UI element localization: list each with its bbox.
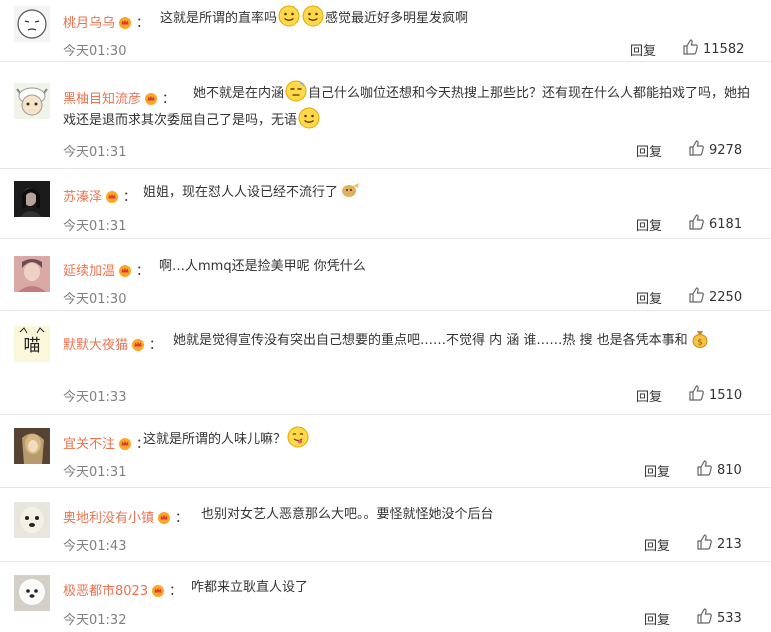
comment-text-segment: 自己什么咖位还想和今天热搜上那些比？还有现在什么人都能拍戏了吗，她拍戏还是退而求… — [63, 86, 751, 128]
comment-text-segment: 啊…人mmq还是捡美甲呢 你凭什么 — [159, 259, 366, 274]
comment-item: 喵默默大夜猫：她就是觉得宣传没有突出自己想要的重点吧……不觉得 内 涵 谁……热… — [0, 311, 771, 415]
doge-hand-emoji-icon — [339, 179, 361, 201]
comment-item: 黑柚目知流彦：她不就是在内涵 自己什么咖位还想和今天热搜上那些比？还有现在什么人都… — [0, 62, 771, 169]
comment-text: 这就是所谓的直率吗 感觉最近好多明星发疯啊 — [63, 5, 755, 32]
thumbs-up-icon — [696, 534, 717, 552]
thumbs-up-icon — [682, 39, 703, 57]
like-button[interactable]: 9278 — [688, 139, 742, 158]
like-count: 1510 — [709, 388, 743, 403]
reply-button[interactable]: 回复 — [636, 215, 662, 234]
avatar[interactable]: 喵 — [14, 326, 50, 362]
comment-item: 苏溱泽：姐姐，现在怼人人设已经不流行了 今天01:31 回复 6181 — [0, 169, 771, 239]
thumbs-up-icon — [696, 608, 717, 626]
comment-text-segment: 这就是所谓的直率吗 — [160, 11, 278, 26]
comment-text-segment: 也别对女艺人恶意那么大吧。。要怪就怪她没个后台 — [201, 507, 494, 522]
svg-text:喵: 喵 — [24, 336, 41, 356]
comment-text-segment: 她就是觉得宣传没有突出自己想要的重点吧……不觉得 内 涵 谁……热 搜 也是各凭… — [173, 333, 688, 348]
comment-text-segment: 感觉最近好多明星发疯啊 — [325, 11, 469, 26]
reply-button[interactable]: 回复 — [636, 141, 662, 160]
reply-button[interactable]: 回复 — [644, 609, 670, 628]
comment-text-segment: 这就是所谓的人味儿嘛？ — [143, 432, 287, 447]
avatar[interactable] — [14, 502, 50, 538]
tongue-emoji-icon — [287, 426, 309, 448]
comment-text: 姐姐，现在怼人人设已经不流行了 — [63, 179, 755, 206]
comment-item: 极恶都市8023：咋都来立耿直人设了 今天01:32 回复 533 — [0, 562, 771, 632]
reply-button[interactable]: 回复 — [636, 288, 662, 307]
like-button[interactable]: 11582 — [682, 38, 744, 57]
comment-item: 宜关不注：这就是所谓的人味儿嘛？ 今天01:31 回复 810 — [0, 415, 771, 488]
comment-item: 桃月乌乌：这就是所谓的直率吗 感觉最近好多明星发疯啊 今天01:30 回复 11582 — [0, 0, 771, 62]
like-count: 533 — [717, 611, 742, 626]
avatar[interactable] — [14, 575, 50, 611]
like-button[interactable]: 533 — [696, 607, 742, 626]
comment-item: 延续加温：啊…人mmq还是捡美甲呢 你凭什么 今天01:30 回复 2250 — [0, 239, 771, 311]
comment-text: 她就是觉得宣传没有突出自己想要的重点吧……不觉得 内 涵 谁……热 搜 也是各凭… — [63, 327, 755, 354]
avatar[interactable] — [14, 83, 50, 119]
reply-button[interactable]: 回复 — [630, 40, 656, 59]
like-count: 9278 — [709, 143, 743, 158]
thumbs-up-icon — [688, 214, 709, 232]
comment-timestamp: 今天01:30 — [63, 292, 127, 307]
sigh-emoji-icon — [285, 80, 307, 102]
comment-text: 咋都来立耿直人设了 — [63, 574, 755, 601]
comment-text: 她不就是在内涵 自己什么咖位还想和今天热搜上那些比？还有现在什么人都能拍戏了吗，她… — [63, 80, 755, 134]
reply-button[interactable]: 回复 — [636, 386, 662, 405]
thumbs-up-icon — [688, 287, 709, 305]
like-button[interactable]: 6181 — [688, 213, 742, 232]
thumbs-up-icon — [696, 460, 717, 478]
thumbs-up-icon — [688, 140, 709, 158]
comment-timestamp: 今天01:43 — [63, 539, 127, 554]
reply-button[interactable]: 回复 — [644, 535, 670, 554]
smile-emoji-icon — [302, 5, 324, 27]
like-count: 2250 — [709, 290, 743, 305]
comment-timestamp: 今天01:31 — [63, 219, 127, 234]
comment-text: 这就是所谓的人味儿嘛？ — [63, 426, 755, 453]
avatar[interactable] — [14, 428, 50, 464]
like-button[interactable]: 2250 — [688, 286, 742, 305]
comment-text-segment: 咋都来立耿直人设了 — [191, 580, 309, 595]
smile-emoji-icon — [278, 5, 300, 27]
avatar[interactable] — [14, 181, 50, 217]
like-button[interactable]: 213 — [696, 533, 742, 552]
comment-item: 奥地利没有小镇：也别对女艺人恶意那么大吧。。要怪就怪她没个后台 今天01:43 回复… — [0, 488, 771, 562]
like-count: 11582 — [703, 42, 745, 57]
smile-emoji-icon — [298, 107, 320, 129]
comment-timestamp: 今天01:32 — [63, 613, 127, 628]
like-button[interactable]: 810 — [696, 459, 742, 478]
comment-text: 也别对女艺人恶意那么大吧。。要怪就怪她没个后台 — [63, 501, 755, 528]
like-count: 213 — [717, 537, 742, 552]
like-count: 6181 — [709, 217, 743, 232]
thumbs-up-icon — [688, 385, 709, 403]
comment-text-segment: 姐姐，现在怼人人设已经不流行了 — [143, 185, 339, 200]
comment-timestamp: 今天01:31 — [63, 465, 127, 480]
avatar[interactable] — [14, 256, 50, 292]
comment-timestamp: 今天01:33 — [63, 390, 127, 405]
svg-text:$: $ — [697, 338, 702, 347]
comment-text: 啊…人mmq还是捡美甲呢 你凭什么 — [63, 253, 755, 280]
avatar[interactable] — [14, 6, 50, 42]
comment-timestamp: 今天01:30 — [63, 44, 127, 59]
like-count: 810 — [717, 463, 742, 478]
moneybag-emoji-icon: $ — [689, 327, 711, 349]
comment-text-segment: 她不就是在内涵 — [193, 86, 285, 101]
like-button[interactable]: 1510 — [688, 384, 742, 403]
reply-button[interactable]: 回复 — [644, 461, 670, 480]
comment-timestamp: 今天01:31 — [63, 145, 127, 160]
